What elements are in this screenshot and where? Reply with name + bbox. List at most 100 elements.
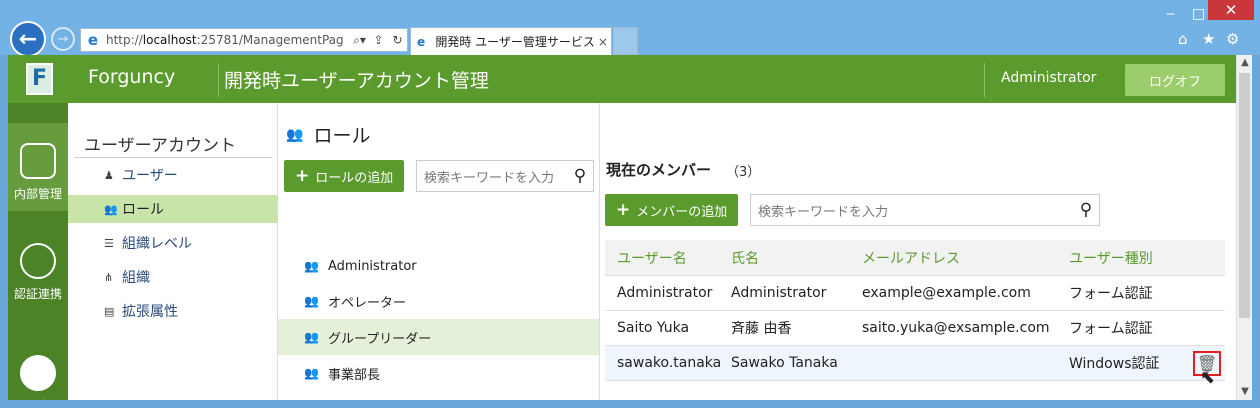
refresh-icon[interactable]: ↻	[388, 33, 407, 47]
url-text: http://localhost:25781/ManagementPag	[106, 33, 344, 47]
app-window: F Forguncy 開発時ユーザーアカウント管理 Administrator …	[8, 55, 1236, 400]
arrow-left-icon: ←	[18, 26, 38, 52]
sidebar: ユーザーアカウント ♟ ユーザー 👥 ロール ☰ 組織レベル ⋔ 組織 ▤ 拡張属性	[68, 103, 278, 400]
plus-icon: +	[295, 166, 310, 186]
chevron-up-icon[interactable]: ▲	[1237, 55, 1253, 71]
close-window-button[interactable]: ✕	[1208, 0, 1254, 20]
browser-chrome: ← → e http://localhost:25781/ManagementP…	[0, 0, 1260, 57]
cell-type: Windows認証	[1069, 356, 1160, 372]
user-admin-icon	[20, 143, 56, 179]
search-icon[interactable]: ⚲	[567, 166, 593, 186]
members-heading: 現在のメンバー	[606, 161, 712, 179]
current-user: Administrator	[1001, 70, 1097, 86]
maximize-button[interactable]: □	[1192, 6, 1205, 22]
chevron-down-icon[interactable]: ▼	[1237, 384, 1253, 400]
cell-name: 斉藤 由香	[731, 321, 792, 337]
cell-type: フォーム認証	[1069, 286, 1153, 302]
person-icon: ♟	[104, 168, 114, 182]
plus-icon: +	[616, 200, 631, 220]
cell-email: saito.yuka@exsample.com	[862, 320, 1050, 336]
brand-name: Forguncy	[88, 66, 176, 88]
role-item[interactable]: 👥 オペレーター	[278, 283, 599, 319]
column-header[interactable]: 氏名	[731, 248, 862, 268]
forward-button[interactable]: →	[51, 27, 75, 51]
role-item[interactable]: 👥 グループリーダー	[278, 319, 599, 355]
group-icon: 👥	[286, 126, 304, 143]
members-count: （3）	[726, 165, 761, 180]
back-button[interactable]: ←	[10, 21, 46, 57]
cell-username: sawako.tanaka	[617, 355, 722, 371]
sidebar-item-organizations[interactable]: ⋔ 組織	[68, 263, 278, 291]
user-link-icon	[20, 243, 56, 279]
roles-heading: 👥 ロール	[286, 125, 371, 147]
search-dropdown-icon[interactable]: ⌕▾	[350, 33, 369, 48]
minimize-button[interactable]: ‒	[1166, 6, 1175, 22]
settings-icon	[20, 355, 56, 391]
sidebar-item-extended-attributes[interactable]: ▤ 拡張属性	[68, 297, 278, 325]
header-divider	[218, 63, 219, 97]
column-header[interactable]: メールアドレス	[862, 248, 1069, 268]
nav-label: 内部管理	[13, 187, 62, 201]
sidebar-item-roles[interactable]: 👥 ロール	[68, 195, 278, 223]
nav-settings[interactable]: 設定	[8, 355, 68, 400]
org-chart-icon: ⋔	[104, 270, 114, 284]
column-header[interactable]: ユーザー名	[605, 248, 731, 268]
star-icon[interactable]: ★	[1202, 30, 1215, 48]
logout-button[interactable]: ログオフ	[1125, 64, 1225, 96]
roles-pane: 👥 ロール + ロールの追加 検索キーワードを入力 ⚲ 👥 Administrator…	[278, 103, 600, 400]
role-search-input[interactable]: 検索キーワードを入力 ⚲	[416, 160, 594, 192]
group-icon: 👥	[304, 259, 319, 273]
tab-title: 開発時 ユーザー管理サービス	[435, 35, 595, 49]
divider	[74, 157, 272, 158]
mouse-cursor-icon: ⬉	[1200, 367, 1216, 388]
cell-name: Administrator	[731, 285, 827, 301]
app-header: F Forguncy 開発時ユーザーアカウント管理 Administrator …	[8, 55, 1236, 103]
cell-type: フォーム認証	[1069, 321, 1153, 337]
ie-icon: e	[87, 31, 99, 49]
members-pane: 現在のメンバー （3） + メンバーの追加 検索キーワードを入力 ⚲ ユーザー名 …	[600, 103, 1236, 400]
cell-name: Sawako Tanaka	[731, 355, 838, 371]
nav-auth-integration[interactable]: 認証連携	[8, 243, 68, 302]
new-tab-button[interactable]	[613, 27, 638, 55]
sidebar-item-org-levels[interactable]: ☰ 組織レベル	[68, 229, 278, 257]
group-icon: 👥	[304, 330, 319, 344]
ie-icon: e	[417, 34, 426, 49]
group-icon: 👥	[304, 294, 319, 308]
members-table: ユーザー名 氏名 メールアドレス ユーザー種別 Administrator Ad…	[605, 240, 1225, 381]
add-member-button[interactable]: + メンバーの追加	[605, 194, 739, 226]
column-header[interactable]: ユーザー種別	[1069, 248, 1179, 268]
cell-username: Administrator	[617, 285, 713, 301]
table-header: ユーザー名 氏名 メールアドレス ユーザー種別	[605, 240, 1225, 276]
arrow-right-icon: →	[57, 31, 69, 47]
role-item[interactable]: 👥 Administrator	[278, 248, 599, 284]
header-divider	[984, 63, 985, 97]
group-icon: 👥	[304, 366, 319, 380]
cell-email: example@example.com	[862, 285, 1031, 301]
gear-icon[interactable]: ⚙	[1226, 30, 1239, 48]
sidebar-item-users[interactable]: ♟ ユーザー	[68, 161, 278, 189]
form-icon: ▤	[104, 304, 115, 318]
sidebar-heading: ユーザーアカウント	[84, 136, 236, 156]
table-row[interactable]: Saito Yuka 斉藤 由香 saito.yuka@exsample.com…	[605, 311, 1225, 346]
table-row[interactable]: sawako.tanaka Sawako Tanaka Windows認証 🗑	[605, 346, 1225, 381]
browser-tab[interactable]: e 開発時 ユーザー管理サービス ×	[410, 27, 612, 55]
group-icon: 👥	[104, 202, 118, 216]
search-icon[interactable]: ⚲	[1073, 200, 1099, 220]
role-item[interactable]: 👥 事業部長	[278, 355, 599, 391]
address-bar[interactable]: e http://localhost:25781/ManagementPag ⌕…	[80, 28, 408, 52]
hierarchy-icon: ☰	[104, 236, 114, 250]
table-row[interactable]: Administrator Administrator example@exam…	[605, 276, 1225, 311]
compat-icon[interactable]: ⇪	[369, 33, 388, 47]
page-title: 開発時ユーザーアカウント管理	[224, 70, 489, 92]
add-role-button[interactable]: + ロールの追加	[284, 160, 405, 192]
window-frame	[0, 400, 1260, 408]
scrollbar-thumb[interactable]	[1239, 73, 1250, 318]
member-search-input[interactable]: 検索キーワードを入力 ⚲	[750, 194, 1100, 226]
cell-username: Saito Yuka	[617, 320, 690, 336]
vertical-scrollbar[interactable]: ▲ ▼	[1236, 55, 1252, 400]
left-nav: 内部管理 認証連携 設定	[8, 103, 68, 400]
tab-close-icon[interactable]: ×	[595, 35, 611, 49]
nav-internal-management[interactable]: 内部管理	[8, 123, 68, 211]
home-icon[interactable]: ⌂	[1178, 30, 1188, 48]
nav-label: 認証連携	[13, 287, 62, 301]
